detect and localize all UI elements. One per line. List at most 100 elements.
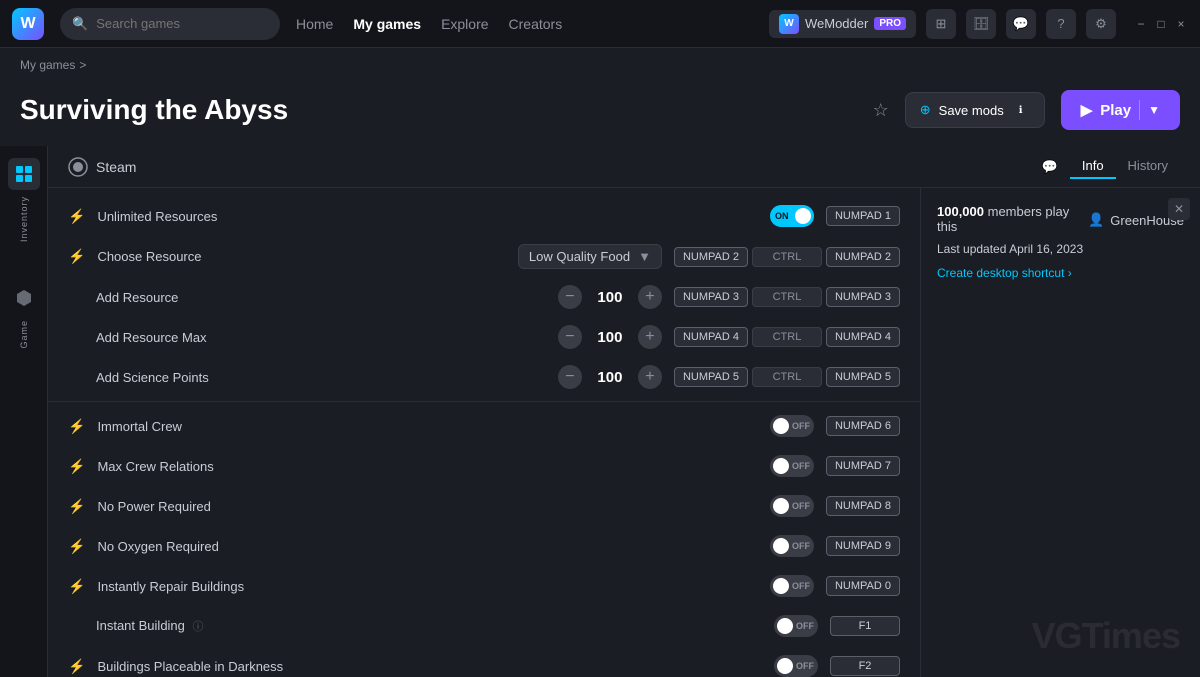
keybind-science-2[interactable]: NUMPAD 5: [826, 367, 900, 387]
controller-icon-btn[interactable]: ⊞: [926, 9, 956, 39]
toggle-label-off: OFF: [792, 421, 810, 431]
keybind-unlimited-resources[interactable]: NUMPAD 1: [826, 206, 900, 226]
desktop-link-btn[interactable]: Create desktop shortcut ›: [937, 266, 1184, 280]
toggle-buildings-darkness[interactable]: OFF: [774, 655, 818, 677]
breadcrumb-parent[interactable]: My games: [20, 58, 75, 72]
mod-name-max-crew-relations: Max Crew Relations: [97, 459, 758, 474]
keybind-add-max-2[interactable]: NUMPAD 4: [826, 327, 900, 347]
toggle-unlimited-resources[interactable]: ON: [770, 205, 814, 227]
decrement-add-resource-btn[interactable]: −: [558, 285, 582, 309]
toggle-knob-building: [777, 618, 793, 634]
play-dropdown-arrow[interactable]: ▼: [1148, 103, 1160, 117]
save-mods-button[interactable]: ⊕ Save mods ℹ: [905, 92, 1045, 128]
keybind-choose-ctrl[interactable]: CTRL: [752, 247, 822, 267]
lightning-icon-unlimited: ⚡: [68, 208, 85, 225]
toggle-knob-power: [773, 498, 789, 514]
mod-row-unlimited-resources: ⚡ Unlimited Resources ON NUMPAD 1: [48, 196, 920, 236]
increment-add-resource-btn[interactable]: +: [638, 285, 662, 309]
close-btn[interactable]: ×: [1174, 17, 1188, 31]
keybind-science-1[interactable]: NUMPAD 5: [674, 367, 748, 387]
mod-name-choose-resource: Choose Resource: [97, 249, 505, 264]
toggle-knob-immortal: [773, 418, 789, 434]
dropdown-arrow-icon: ▼: [638, 249, 651, 264]
help-icon-btn[interactable]: ?: [1046, 9, 1076, 39]
keybind-choose-combo: NUMPAD 2 CTRL NUMPAD 2: [674, 247, 900, 267]
nav-home[interactable]: Home: [296, 16, 333, 32]
lightning-icon-crew: ⚡: [68, 458, 85, 475]
member-info-row: 100,000 members play this 👤 GreenHouse: [937, 204, 1184, 234]
section-header: Steam 💬 Info History: [48, 146, 1200, 188]
toggle-no-oxygen[interactable]: OFF: [770, 535, 814, 557]
nav-mygames[interactable]: My games: [353, 16, 421, 32]
close-panel-btn[interactable]: ✕: [1168, 198, 1190, 220]
settings-icon-btn[interactable]: ⚙: [1086, 9, 1116, 39]
mod-row-no-oxygen: ⚡ No Oxygen Required OFF NUMPAD 9: [48, 526, 920, 566]
toggle-knob: [795, 208, 811, 224]
info-icon-instant-building[interactable]: ⓘ: [193, 621, 204, 633]
lightning-icon-immortal: ⚡: [68, 418, 85, 435]
nav-links: Home My games Explore Creators: [296, 16, 753, 32]
mod-name-immortal-crew: Immortal Crew: [97, 419, 758, 434]
mod-name-add-resource: Add Resource: [96, 290, 546, 305]
keybind-max-crew[interactable]: NUMPAD 7: [826, 456, 900, 476]
keybind-add-max-ctrl[interactable]: CTRL: [752, 327, 822, 347]
logo-icon: W: [12, 8, 44, 40]
mod-row-max-crew-relations: ⚡ Max Crew Relations OFF NUMPAD 7: [48, 446, 920, 486]
minimize-btn[interactable]: −: [1134, 17, 1148, 31]
keybind-science-ctrl[interactable]: CTRL: [752, 367, 822, 387]
keybind-add-resource-ctrl[interactable]: CTRL: [752, 287, 822, 307]
keybind-add-resource-1[interactable]: NUMPAD 3: [674, 287, 748, 307]
keybind-buildings-darkness[interactable]: F2: [830, 656, 900, 676]
keybind-add-resource-2[interactable]: NUMPAD 3: [826, 287, 900, 307]
nav-explore[interactable]: Explore: [441, 16, 488, 32]
keybind-no-oxygen[interactable]: NUMPAD 9: [826, 536, 900, 556]
toggle-instant-building[interactable]: OFF: [774, 615, 818, 637]
keybind-choose-2[interactable]: NUMPAD 2: [826, 247, 900, 267]
mod-name-instant-repair: Instantly Repair Buildings: [97, 579, 758, 594]
toggle-knob-repair: [773, 578, 789, 594]
toggle-immortal-crew[interactable]: OFF: [770, 415, 814, 437]
nav-creators[interactable]: Creators: [509, 16, 563, 32]
keybind-choose-1[interactable]: NUMPAD 2: [674, 247, 748, 267]
mod-name-add-resource-max: Add Resource Max: [96, 330, 546, 345]
keybind-no-power[interactable]: NUMPAD 8: [826, 496, 900, 516]
lightning-icon-choose: ⚡: [68, 248, 85, 265]
sidebar-game-icon[interactable]: [8, 282, 40, 314]
game-title: Surviving the Abyss: [20, 94, 857, 126]
discord-icon-btn[interactable]: 💬: [1006, 9, 1036, 39]
section-right: 💬 Info History: [1042, 154, 1180, 179]
mod-row-add-resource-max: Add Resource Max − 100 + NUMPAD 4 CTRL N…: [48, 317, 920, 357]
toggle-label-power: OFF: [792, 501, 810, 511]
storage-icon-btn[interactable]: 🗄: [966, 9, 996, 39]
content-wrapper: Steam 💬 Info History ⚡ Unlimited Resourc…: [48, 146, 1200, 677]
play-icon: ▶: [1081, 101, 1093, 119]
keybind-immortal-crew[interactable]: NUMPAD 6: [826, 416, 900, 436]
vgtimes-watermark: VGTimes: [1032, 615, 1180, 657]
play-button[interactable]: ▶ Play ▼: [1061, 90, 1180, 130]
resource-select-dropdown[interactable]: Low Quality Food ▼: [518, 244, 662, 269]
toggle-no-power[interactable]: OFF: [770, 495, 814, 517]
keybind-instant-building[interactable]: F1: [830, 616, 900, 636]
lightning-icon-darkness: ⚡: [68, 658, 85, 675]
toggle-max-crew[interactable]: OFF: [770, 455, 814, 477]
increment-science-btn[interactable]: +: [638, 365, 662, 389]
user-badge[interactable]: W WeModder PRO: [769, 10, 916, 38]
save-mods-label: Save mods: [939, 103, 1004, 118]
decrement-science-btn[interactable]: −: [558, 365, 582, 389]
sidebar-inventory-icon[interactable]: [8, 158, 40, 190]
increment-add-max-btn[interactable]: +: [638, 325, 662, 349]
maximize-btn[interactable]: □: [1154, 17, 1168, 31]
search-input[interactable]: [96, 16, 268, 31]
favorite-star-btn[interactable]: ☆: [873, 100, 889, 121]
mod-row-choose-resource: ⚡ Choose Resource Low Quality Food ▼ NUM…: [48, 236, 920, 277]
search-bar[interactable]: 🔍: [60, 8, 280, 40]
keybind-add-max-1[interactable]: NUMPAD 4: [674, 327, 748, 347]
tab-history[interactable]: History: [1116, 154, 1180, 179]
toggle-instant-repair[interactable]: OFF: [770, 575, 814, 597]
tab-info[interactable]: Info: [1070, 154, 1116, 179]
comments-icon[interactable]: 💬: [1042, 159, 1058, 175]
user-icon: 👤: [1088, 212, 1104, 228]
keybind-instant-repair[interactable]: NUMPAD 0: [826, 576, 900, 596]
decrement-add-max-btn[interactable]: −: [558, 325, 582, 349]
sidebar-inventory-label: Inventory: [19, 196, 29, 242]
